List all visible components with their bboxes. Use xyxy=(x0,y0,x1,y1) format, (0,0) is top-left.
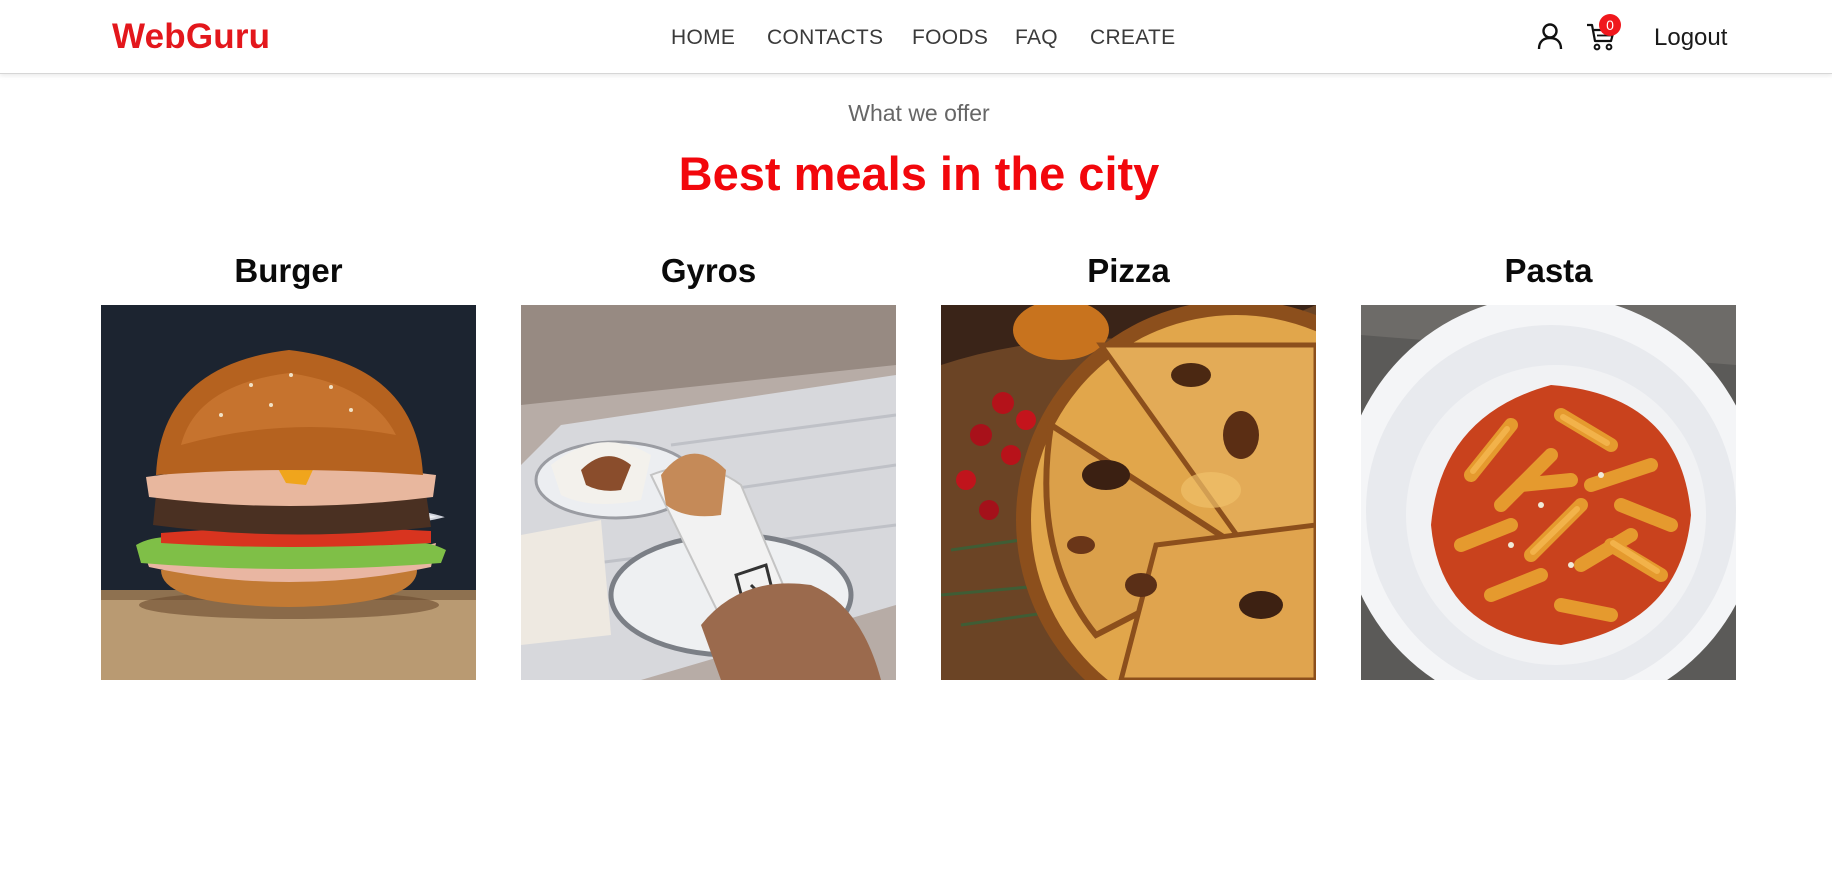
food-card-title: Burger xyxy=(234,252,343,289)
food-card-pizza: Pizza xyxy=(941,248,1316,680)
nav-link-contacts[interactable]: CONTACTS xyxy=(767,26,883,50)
section-title: Best meals in the city xyxy=(678,147,1160,200)
food-card-title: Gyros xyxy=(660,252,757,289)
section-subtitle: What we offer xyxy=(848,100,990,126)
burger-photo[interactable] xyxy=(101,305,476,680)
food-card-gyros: Gyros xyxy=(521,248,896,680)
food-card-title: Pizza xyxy=(1087,252,1170,289)
food-card-pasta: Pasta xyxy=(1361,248,1736,680)
nav-link-create[interactable]: CREATE xyxy=(1090,26,1175,50)
pizza-photo[interactable] xyxy=(941,305,1316,680)
logout-link[interactable]: Logout xyxy=(1654,24,1727,52)
food-card-title: Pasta xyxy=(1504,252,1593,289)
nav-link-foods[interactable]: FOODS xyxy=(912,26,988,50)
user-icon[interactable] xyxy=(1537,22,1563,50)
pasta-photo[interactable] xyxy=(1361,305,1736,680)
food-card-burger: Burger xyxy=(101,248,476,680)
navbar: WebGuru HOME CONTACTS FOODS FAQ CREATE 0… xyxy=(0,0,1832,74)
cart-count-badge: 0 xyxy=(1599,14,1621,36)
gyros-photo[interactable] xyxy=(521,305,896,680)
nav-link-faq[interactable]: FAQ xyxy=(1015,26,1058,50)
nav-link-home[interactable]: HOME xyxy=(671,26,735,50)
